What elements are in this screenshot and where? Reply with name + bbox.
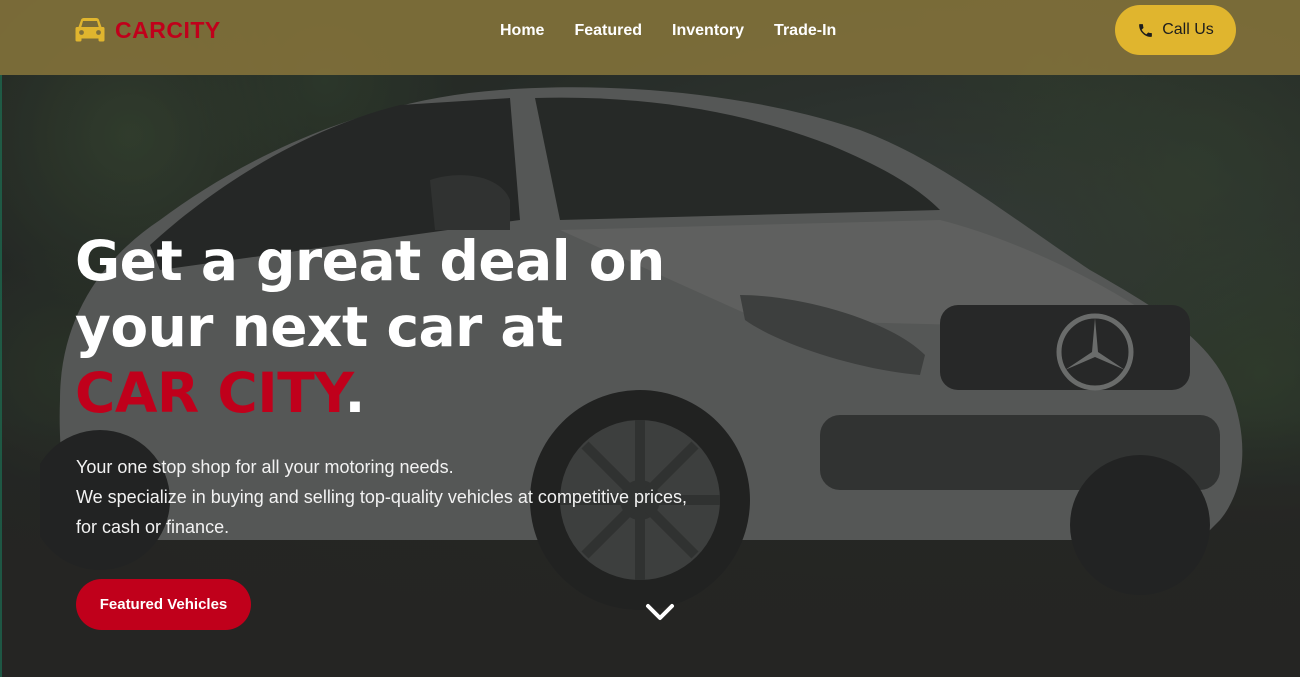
- nav-inventory[interactable]: Inventory: [672, 20, 744, 42]
- nav-featured[interactable]: Featured: [574, 20, 642, 42]
- main-nav: Home Featured Inventory Trade-In: [500, 20, 836, 42]
- nav-home[interactable]: Home: [500, 20, 544, 42]
- brand-name: CARCITY: [115, 16, 221, 43]
- hero-section: CARCITY Home Featured Inventory Trade-In…: [0, 0, 1300, 677]
- car-icon: [75, 18, 105, 42]
- chevron-down-icon[interactable]: [644, 600, 676, 624]
- phone-icon: [1139, 23, 1153, 37]
- headline-brand-accent: CAR CITY: [75, 361, 345, 425]
- hero-description: Your one stop shop for all your motoring…: [76, 452, 696, 542]
- description-line-2: We specialize in buying and selling top-…: [76, 487, 687, 537]
- call-us-label: Call Us: [1162, 21, 1214, 38]
- description-line-1: Your one stop shop for all your motoring…: [76, 457, 454, 477]
- brand-logo[interactable]: CARCITY: [75, 15, 221, 45]
- featured-vehicles-button[interactable]: Featured Vehicles: [76, 579, 251, 630]
- headline-period: .: [344, 361, 366, 425]
- navbar: CARCITY Home Featured Inventory Trade-In…: [0, 0, 1300, 75]
- left-edge-line: [0, 75, 2, 677]
- nav-trade-in[interactable]: Trade-In: [774, 20, 836, 42]
- hero-headline: Get a great deal on your next car at CAR…: [75, 228, 695, 426]
- call-us-button[interactable]: Call Us: [1115, 5, 1236, 55]
- headline-text: Get a great deal on your next car at: [75, 229, 665, 359]
